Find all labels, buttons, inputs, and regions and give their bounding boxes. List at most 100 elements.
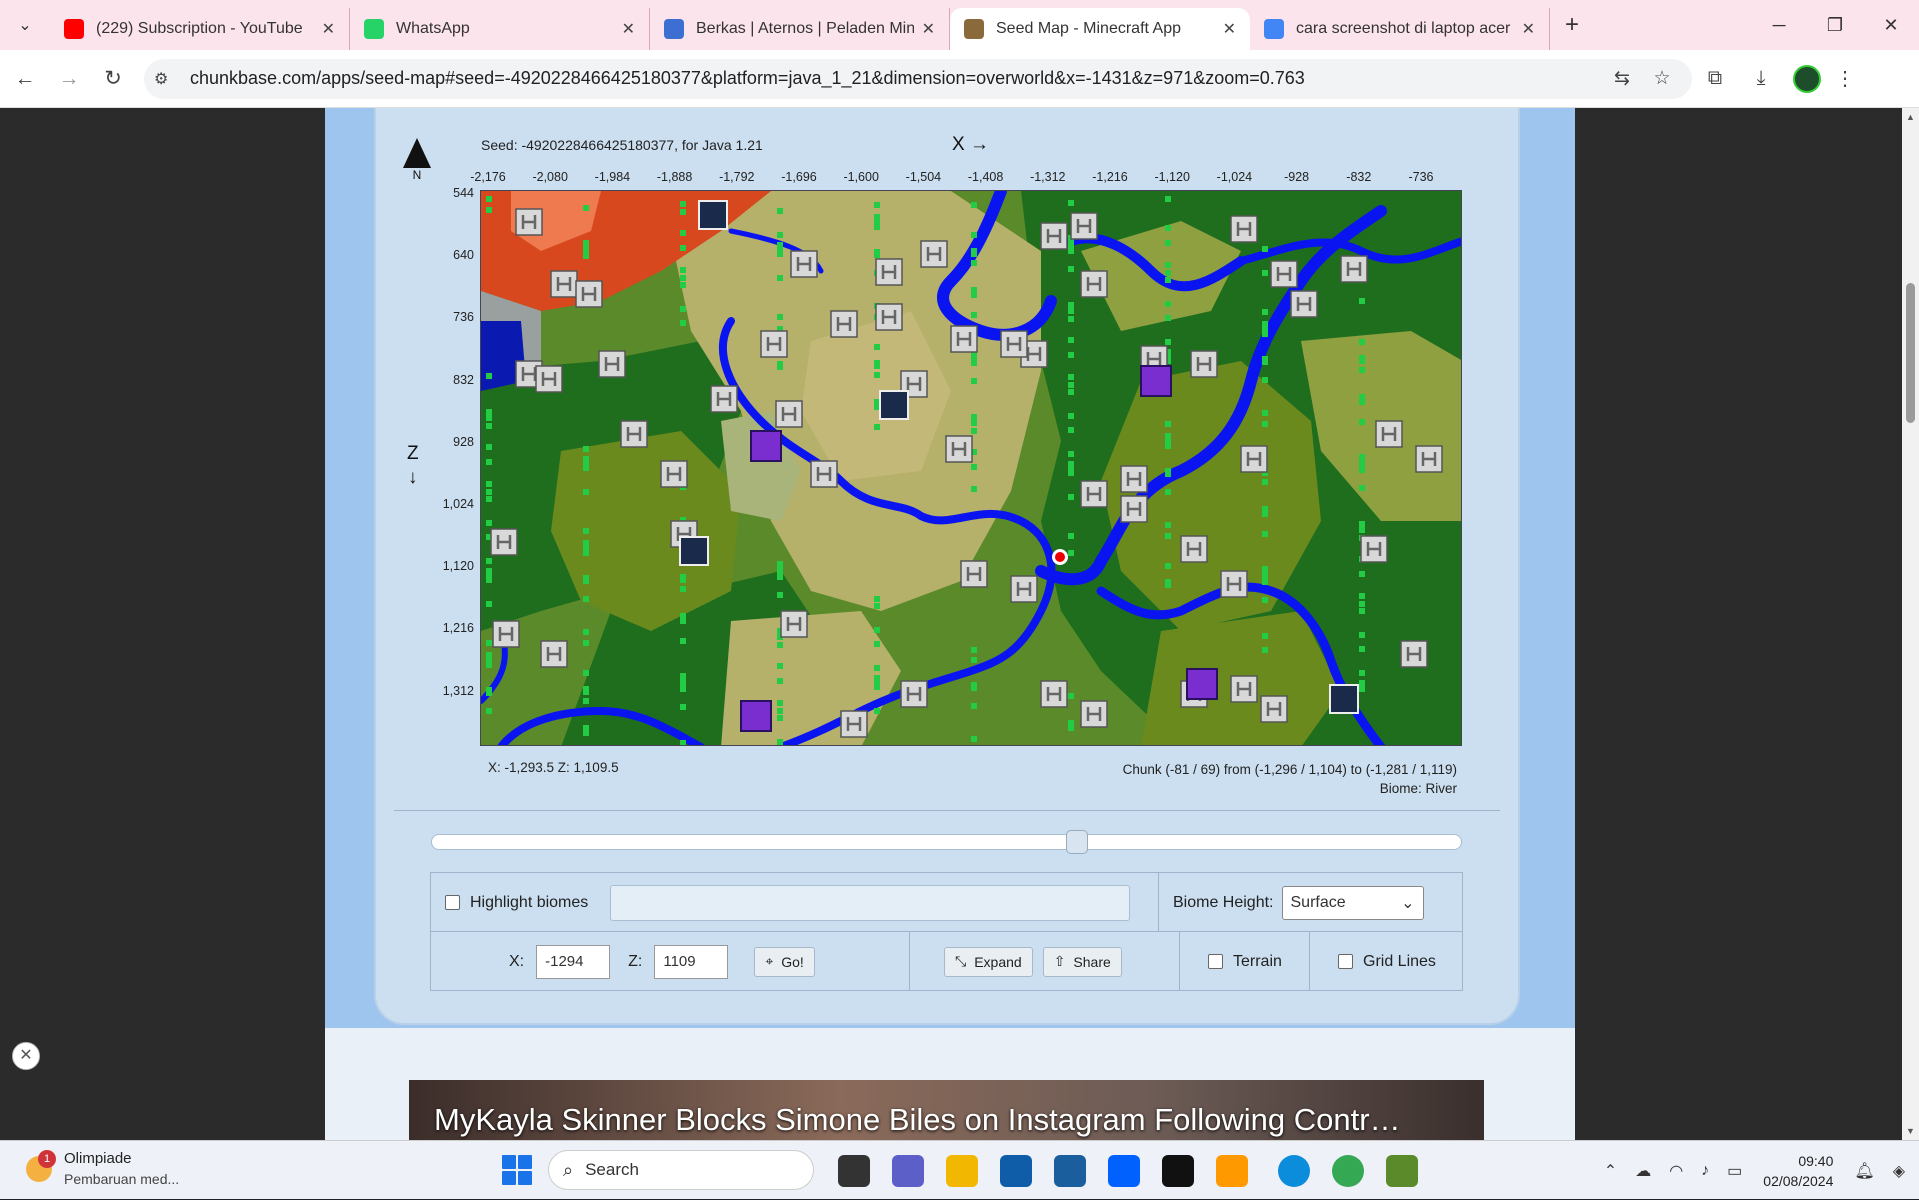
profile-avatar[interactable]	[1793, 64, 1821, 93]
feature-dot	[583, 640, 589, 646]
x-tick-label: -1,408	[967, 170, 1004, 184]
amazon-app-icon[interactable]	[1216, 1155, 1248, 1187]
tab-close-icon[interactable]: ✕	[922, 19, 935, 39]
scroll-up-icon[interactable]: ▲	[1906, 112, 1915, 122]
feature-dot	[971, 414, 977, 420]
feature-dot	[680, 201, 686, 207]
terrain-cell: Terrain	[1180, 932, 1310, 991]
tab-close-icon[interactable]: ✕	[622, 19, 635, 39]
zoom-slider-thumb[interactable]	[1066, 830, 1088, 854]
volume-icon[interactable]: ♪	[1701, 1162, 1709, 1180]
chevron-up-icon[interactable]: ⌃	[1604, 1161, 1617, 1181]
expand-button[interactable]: ⤡ Expand	[944, 946, 1033, 977]
feature-dot	[583, 205, 589, 211]
monster-spawner-icon[interactable]	[698, 200, 728, 230]
copilot-icon[interactable]: ◈	[1893, 1161, 1905, 1181]
zoom-slider-track[interactable]	[431, 834, 1462, 850]
amazon-icon[interactable]	[1054, 1155, 1086, 1187]
start-button[interactable]	[502, 1155, 532, 1185]
menu-kebab-icon[interactable]: ⋮	[1830, 66, 1860, 91]
forward-button[interactable]: →	[50, 60, 88, 98]
google-icon	[1264, 19, 1284, 39]
tab-search-button[interactable]: ⌄	[0, 0, 50, 50]
vertical-scrollbar[interactable]: ▲ ▼	[1902, 108, 1919, 1140]
share-button[interactable]: ⇧ Share	[1042, 946, 1122, 977]
store-icon[interactable]	[1000, 1155, 1032, 1187]
z-tick-label: 1,312	[442, 683, 474, 698]
feature-dot	[1262, 270, 1268, 276]
new-tab-button[interactable]: +	[1550, 11, 1594, 39]
task-view-icon[interactable]	[838, 1155, 870, 1187]
taskbar-search[interactable]: ⌕ Search	[548, 1150, 814, 1190]
chrome-icon[interactable]	[1332, 1155, 1364, 1187]
notification-badge: 1	[38, 1150, 56, 1168]
cloud-icon[interactable]: ☁	[1635, 1161, 1651, 1181]
clock[interactable]: 09:40 02/08/2024	[1763, 1151, 1833, 1191]
browser-tab[interactable]: (229) Subscription - YouTube ✕	[50, 8, 350, 50]
ruined-portal-icon[interactable]	[750, 430, 782, 462]
highlight-biomes-checkbox[interactable]	[445, 895, 460, 910]
restore-button[interactable]: ❐	[1807, 0, 1863, 50]
feature-dot	[1068, 337, 1074, 343]
tab-close-icon[interactable]: ✕	[1223, 19, 1236, 39]
browser-tab[interactable]: Seed Map - Minecraft App ✕	[950, 8, 1250, 50]
ruined-portal-icon[interactable]	[1140, 365, 1172, 397]
dropbox-icon[interactable]	[1108, 1155, 1140, 1187]
monster-spawner-icon[interactable]	[679, 536, 709, 566]
address-bar[interactable]: ⚙ chunkbase.com/apps/seed-map#seed=-4920…	[144, 58, 1692, 99]
extensions-icon[interactable]: ⧉	[1692, 67, 1738, 90]
teams-icon[interactable]	[892, 1155, 924, 1187]
news-widget[interactable]: 1 Olimpiade Pembaruan med...	[26, 1149, 179, 1189]
tab-close-icon[interactable]: ✕	[1522, 19, 1535, 39]
ad-close-button[interactable]: ✕	[12, 1042, 40, 1070]
feature-dot	[971, 428, 977, 434]
tiktok-icon[interactable]	[1162, 1155, 1194, 1187]
url-text[interactable]: chunkbase.com/apps/seed-map#seed=-492022…	[182, 68, 1602, 89]
browser-tab[interactable]: WhatsApp ✕	[350, 8, 650, 50]
feature-dot	[583, 489, 589, 495]
notification-bell-icon[interactable]: 🔔︎	[1854, 1161, 1874, 1181]
feature-dot	[680, 267, 686, 273]
x-coordinate-input[interactable]: -1294	[536, 944, 611, 979]
minecraft-icon[interactable]	[1386, 1155, 1418, 1187]
biome-map[interactable]	[481, 191, 1462, 746]
z-tick-label: 1,120	[442, 559, 474, 574]
feature-dot	[680, 618, 686, 624]
z-coordinate-input[interactable]: 1109	[654, 944, 729, 979]
bookmark-star-icon[interactable]: ☆	[1642, 67, 1682, 90]
wifi-icon[interactable]: ◠	[1669, 1161, 1683, 1181]
battery-icon[interactable]: ▭	[1727, 1161, 1742, 1181]
translate-icon[interactable]: ⇆	[1602, 67, 1642, 90]
z-axis-letter: Z	[407, 443, 419, 464]
scrollbar-thumb[interactable]	[1906, 283, 1915, 423]
terrain-checkbox[interactable]	[1208, 954, 1223, 969]
feature-dot	[486, 496, 492, 502]
monster-spawner-icon[interactable]	[879, 390, 909, 420]
ad-headline[interactable]: MyKayla Skinner Blocks Simone Biles on I…	[434, 1102, 1401, 1138]
divider	[394, 810, 1500, 811]
monster-spawner-icon[interactable]	[1329, 684, 1359, 714]
reload-button[interactable]: ↻	[94, 60, 132, 98]
grid-lines-checkbox[interactable]	[1338, 954, 1353, 969]
site-info-icon[interactable]: ⚙	[154, 69, 182, 89]
edge-icon[interactable]	[1278, 1155, 1310, 1187]
minimize-button[interactable]: ─	[1751, 0, 1807, 50]
browser-tab[interactable]: cara screenshot di laptop acer - ✕	[1250, 8, 1550, 50]
browser-tab[interactable]: Berkas | Aternos | Peladen Mine ✕	[650, 8, 950, 50]
download-icon[interactable]: ⤓	[1738, 67, 1784, 90]
go-button[interactable]: ⌖ Go!	[754, 946, 815, 977]
arrow-left-icon: ←	[14, 66, 36, 90]
scroll-down-icon[interactable]: ▼	[1906, 1126, 1915, 1136]
biome-filter-input[interactable]	[610, 884, 1130, 921]
ruined-portal-icon[interactable]	[1186, 668, 1218, 700]
feature-dot	[486, 662, 492, 668]
ruined-portal-icon[interactable]	[740, 700, 772, 732]
file-explorer-icon[interactable]	[946, 1155, 978, 1187]
feature-dot	[1262, 359, 1268, 365]
system-tray: ⌃ ☁ ◠ ♪ ▭ 09:40 02/08/2024 🔔︎ ◈	[1595, 1141, 1919, 1200]
seed-map-canvas[interactable]	[480, 190, 1462, 746]
tab-close-icon[interactable]: ✕	[322, 19, 335, 39]
back-button[interactable]: ←	[6, 60, 44, 98]
biome-height-select[interactable]: Surface ⌄	[1281, 885, 1424, 920]
close-window-button[interactable]: ✕	[1863, 0, 1919, 50]
